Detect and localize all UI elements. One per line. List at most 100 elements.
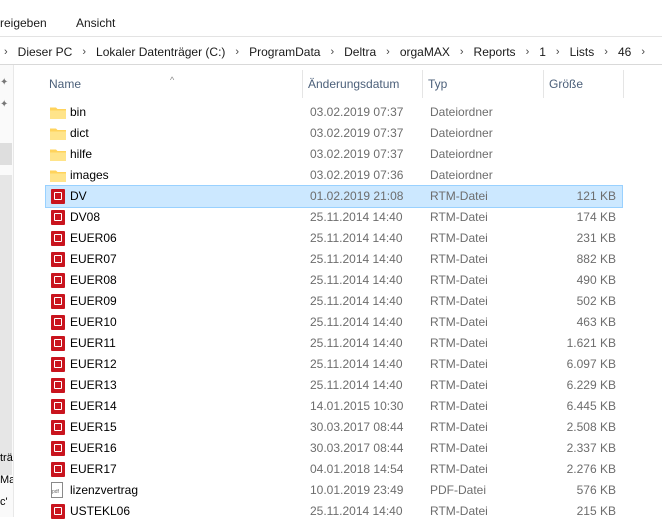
file-date: 25.11.2014 14:40 xyxy=(310,294,403,308)
breadcrumb-item[interactable]: Lokaler Datenträger (C:) xyxy=(93,45,228,59)
file-type: Dateiordner xyxy=(430,147,493,161)
address-bar[interactable]: › Dieser PC › Lokaler Datenträger (C:) › Prog… xyxy=(0,40,662,65)
file-type: RTM-Datei xyxy=(430,294,488,308)
file-date: 25.11.2014 14:40 xyxy=(310,231,403,245)
ribbon-tab-ansicht[interactable]: Ansicht xyxy=(76,16,115,30)
file-size: 2.337 KB xyxy=(566,441,616,455)
breadcrumb-chevron-icon[interactable]: › xyxy=(323,46,341,58)
folder-icon xyxy=(50,170,66,182)
column-header-date[interactable]: Änderungsdatum xyxy=(303,70,423,98)
file-size: 215 KB xyxy=(576,504,616,518)
file-name: EUER11 xyxy=(70,336,116,350)
nav-item-fragment[interactable]: trä xyxy=(0,452,13,464)
file-date: 25.11.2014 14:40 xyxy=(310,315,403,329)
file-date: 25.11.2014 14:40 xyxy=(310,336,403,350)
file-size: 6.445 KB xyxy=(566,399,616,413)
rtm-file-icon xyxy=(51,231,65,246)
file-row[interactable]: hilfe 03.02.2019 07:37 Dateiordner xyxy=(46,144,622,165)
file-row[interactable]: EUER06 25.11.2014 14:40 RTM-Datei 231 KB xyxy=(46,228,622,249)
navigation-pane[interactable]: ✦ ✦ trä Ma c' xyxy=(0,65,14,517)
file-row[interactable]: bin 03.02.2019 07:37 Dateiordner xyxy=(46,102,622,123)
nav-selected-item[interactable] xyxy=(0,143,12,165)
file-date: 10.01.2019 23:49 xyxy=(310,483,404,497)
scrollbar-thumb[interactable] xyxy=(0,175,12,475)
breadcrumb-chevron-icon[interactable]: › xyxy=(634,46,652,58)
file-type: RTM-Datei xyxy=(430,252,488,266)
folder-icon xyxy=(50,107,66,119)
column-header-type[interactable]: Typ xyxy=(423,70,544,98)
column-header-size[interactable]: Größe xyxy=(544,70,624,98)
breadcrumb-item[interactable]: Dieser PC xyxy=(15,45,76,59)
file-type: RTM-Datei xyxy=(430,189,488,203)
file-row[interactable]: DV 01.02.2019 21:08 RTM-Datei 121 KB xyxy=(45,185,623,208)
rtm-file-icon xyxy=(51,294,65,309)
breadcrumb-item[interactable]: Deltra xyxy=(341,45,379,59)
breadcrumb-item[interactable]: orgaMAX xyxy=(397,45,453,59)
file-size: 121 KB xyxy=(576,189,616,203)
file-name: EUER12 xyxy=(70,357,117,371)
file-type: RTM-Datei xyxy=(430,357,488,371)
file-name: EUER07 xyxy=(70,252,117,266)
file-type: RTM-Datei xyxy=(430,441,488,455)
breadcrumb-item[interactable]: 46 xyxy=(615,45,634,59)
breadcrumb-item[interactable]: 1 xyxy=(536,45,549,59)
file-date: 25.11.2014 14:40 xyxy=(310,357,403,371)
file-row[interactable]: USTEKL06 25.11.2014 14:40 RTM-Datei 215 KB xyxy=(46,501,622,522)
file-row[interactable]: pdf lizenzvertrag 10.01.2019 23:49 PDF-Date… xyxy=(46,480,622,501)
column-header-name-label: Name xyxy=(49,77,82,91)
file-type: RTM-Datei xyxy=(430,273,488,287)
file-size: 882 KB xyxy=(576,252,616,266)
file-row[interactable]: EUER07 25.11.2014 14:40 RTM-Datei 882 KB xyxy=(46,249,622,270)
file-size: 231 KB xyxy=(576,231,616,245)
file-row[interactable]: EUER12 25.11.2014 14:40 RTM-Datei 6.097 KB xyxy=(46,354,622,375)
file-date: 25.11.2014 14:40 xyxy=(310,378,403,392)
breadcrumb-chevron-icon[interactable]: › xyxy=(453,46,471,58)
file-name: USTEKL06 xyxy=(70,504,131,518)
file-type: RTM-Datei xyxy=(430,210,488,224)
pin-icon[interactable]: ✦ xyxy=(0,77,8,88)
file-row[interactable]: EUER13 25.11.2014 14:40 RTM-Datei 6.229 KB xyxy=(46,375,622,396)
breadcrumb-item[interactable]: ProgramData xyxy=(246,45,323,59)
breadcrumb-item[interactable]: Lists xyxy=(567,45,598,59)
file-row[interactable]: EUER14 14.01.2015 10:30 RTM-Datei 6.445 KB xyxy=(46,396,622,417)
breadcrumb-chevron-icon[interactable]: › xyxy=(0,46,15,58)
file-name: EUER17 xyxy=(70,462,117,476)
file-row[interactable]: EUER08 25.11.2014 14:40 RTM-Datei 490 KB xyxy=(46,270,622,291)
breadcrumb-chevron-icon[interactable]: › xyxy=(379,46,397,58)
nav-item-fragment[interactable]: Ma xyxy=(0,474,13,486)
file-name: dict xyxy=(70,126,89,140)
file-date: 25.11.2014 14:40 xyxy=(310,210,403,224)
rtm-file-icon xyxy=(51,315,65,330)
pin-icon[interactable]: ✦ xyxy=(0,99,8,110)
file-row[interactable]: DV08 25.11.2014 14:40 RTM-Datei 174 KB xyxy=(46,207,622,228)
nav-item-fragment[interactable]: c' xyxy=(0,496,8,508)
breadcrumb-chevron-icon[interactable]: › xyxy=(228,46,246,58)
breadcrumb-chevron-icon[interactable]: › xyxy=(597,46,615,58)
rtm-file-icon xyxy=(51,273,65,288)
file-row[interactable]: EUER11 25.11.2014 14:40 RTM-Datei 1.621 KB xyxy=(46,333,622,354)
file-date: 03.02.2019 07:36 xyxy=(310,168,404,182)
file-row[interactable]: images 03.02.2019 07:36 Dateiordner xyxy=(46,165,622,186)
breadcrumb-chevron-icon[interactable]: › xyxy=(519,46,537,58)
file-type: Dateiordner xyxy=(430,105,493,119)
file-row[interactable]: dict 03.02.2019 07:37 Dateiordner xyxy=(46,123,622,144)
column-header-name[interactable]: ^ Name xyxy=(44,70,303,98)
breadcrumb-item[interactable]: Reports xyxy=(471,45,519,59)
breadcrumb-chevron-icon[interactable]: › xyxy=(75,46,93,58)
breadcrumb-chevron-icon[interactable]: › xyxy=(549,46,567,58)
rtm-file-icon xyxy=(51,336,65,351)
rtm-file-icon xyxy=(51,462,65,477)
ribbon: reigeben Ansicht xyxy=(0,0,662,37)
file-date: 25.11.2014 14:40 xyxy=(310,252,403,266)
file-row[interactable]: EUER16 30.03.2017 08:44 RTM-Datei 2.337 KB xyxy=(46,438,622,459)
file-row[interactable]: EUER17 04.01.2018 14:54 RTM-Datei 2.276 KB xyxy=(46,459,622,480)
file-row[interactable]: EUER09 25.11.2014 14:40 RTM-Datei 502 KB xyxy=(46,291,622,312)
file-row[interactable]: EUER10 25.11.2014 14:40 RTM-Datei 463 KB xyxy=(46,312,622,333)
file-name: EUER10 xyxy=(70,315,117,329)
file-size: 174 KB xyxy=(576,210,616,224)
file-size: 6.229 KB xyxy=(566,378,616,392)
file-list: bin 03.02.2019 07:37 Dateiordner dict 03.02.… xyxy=(45,102,623,522)
ribbon-tab-freigeben[interactable]: reigeben xyxy=(0,16,47,30)
file-row[interactable]: EUER15 30.03.2017 08:44 RTM-Datei 2.508 KB xyxy=(46,417,622,438)
file-type: RTM-Datei xyxy=(430,420,488,434)
